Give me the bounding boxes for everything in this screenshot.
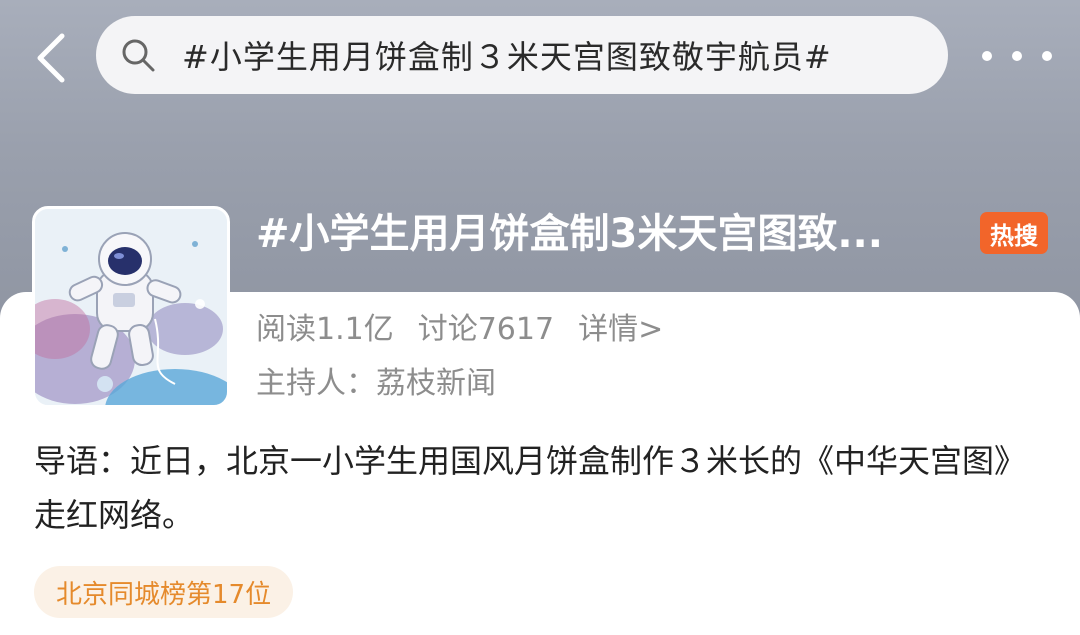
topic-host: 主持人：荔枝新闻: [256, 366, 496, 401]
astronaut-illustration: [35, 209, 227, 405]
read-count: 阅读1.1亿: [256, 312, 394, 347]
chevron-left-icon: [37, 33, 65, 83]
topic-intro: 导语：近日，北京一小学生用国风月饼盒制作３米长的《中华天宫图》走红网络。: [34, 442, 1027, 534]
hot-badge: 热搜: [980, 212, 1048, 254]
search-icon: [122, 39, 155, 72]
topic-stats: 阅读1.1亿 讨论7617 详情>: [256, 308, 663, 352]
city-rank-tag[interactable]: 北京同城榜第17位: [34, 566, 294, 618]
more-dot: [1012, 51, 1022, 61]
search-bar[interactable]: #小学生用月饼盒制３米天宫图致敬宇航员#: [96, 16, 948, 94]
back-button[interactable]: [26, 30, 76, 86]
search-query[interactable]: #小学生用月饼盒制３米天宫图致敬宇航员#: [182, 32, 832, 78]
topic-thumbnail[interactable]: [32, 206, 230, 408]
more-dot: [982, 51, 992, 61]
more-button[interactable]: [982, 36, 1052, 76]
more-dot: [1042, 51, 1052, 61]
topic-title: #小学生用月饼盒制3米天宫图致...: [256, 211, 883, 257]
details-link[interactable]: 详情>: [578, 308, 663, 352]
discussion-count: 讨论7617: [417, 312, 555, 347]
